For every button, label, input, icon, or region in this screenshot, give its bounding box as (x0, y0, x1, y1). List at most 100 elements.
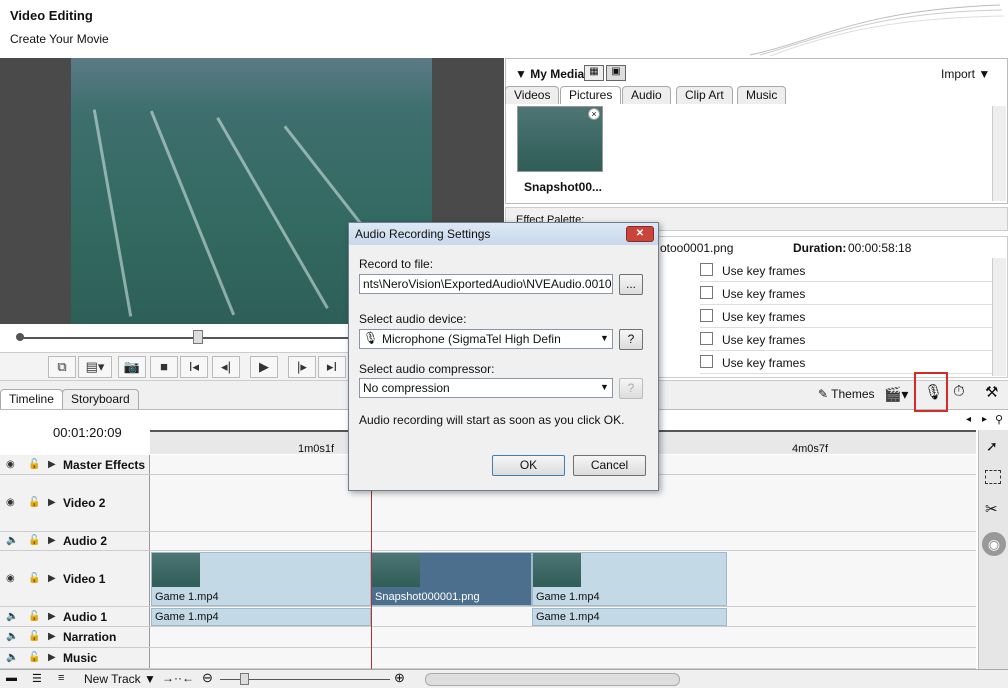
audio-compressor-label: Select audio compressor: (359, 362, 495, 376)
scissors-icon[interactable]: ✂ (985, 500, 998, 518)
record-file-input[interactable]: nts\NeroVision\ExportedAudio\NVEAudio.00… (359, 274, 613, 294)
my-media-title: ▼ My Media (515, 67, 585, 81)
visibility-icon[interactable]: ◉ (6, 459, 15, 470)
cancel-button[interactable]: Cancel (573, 455, 646, 476)
scrub-start-marker (16, 333, 24, 341)
ok-button[interactable]: OK (492, 455, 565, 476)
speaker-icon[interactable]: 🔈 (6, 631, 18, 642)
tab-pictures[interactable]: Pictures (560, 86, 622, 104)
expand-icon[interactable]: ▶ (48, 611, 56, 622)
remove-icon[interactable]: × (588, 108, 600, 120)
speaker-icon[interactable]: 🔈 (6, 652, 18, 663)
track-label: Audio 2 (63, 534, 107, 548)
scroll-left-icon[interactable]: ◂ (966, 414, 971, 425)
lock-icon[interactable]: 🔓 (28, 611, 40, 622)
clip-label: Game 1.mp4 (155, 611, 219, 623)
tools-icon[interactable]: ⚒ (985, 383, 998, 401)
audio-clip[interactable]: Game 1.mp4 (532, 608, 727, 626)
scrub-handle[interactable] (193, 330, 203, 344)
visibility-icon[interactable]: ◉ (6, 573, 15, 584)
key-frame-checkbox[interactable] (700, 286, 713, 299)
speaker-icon[interactable]: 🔈 (6, 611, 18, 622)
timeline-horizontal-scrollbar[interactable] (425, 673, 680, 686)
expand-icon[interactable]: ▶ (48, 535, 56, 546)
audio-compressor-select[interactable]: No compression (359, 378, 613, 398)
key-frame-label: Use key frames (722, 287, 806, 301)
camera-icon[interactable]: 📷 (118, 356, 146, 378)
key-frame-checkbox[interactable] (700, 355, 713, 368)
zoom-handle[interactable] (240, 673, 249, 685)
key-frame-checkbox[interactable] (700, 263, 713, 276)
ruler-label: 4m0s7f (792, 443, 829, 455)
view-menu-icon[interactable]: ▤▾ (78, 356, 112, 378)
scroll-right-icon[interactable]: ▸ (982, 414, 987, 425)
speaker-icon[interactable]: 🔈 (6, 535, 18, 546)
expand-icon[interactable]: ▶ (48, 497, 56, 508)
pointer-icon[interactable]: ➚ (986, 438, 998, 455)
lock-icon[interactable]: 🔓 (28, 652, 40, 663)
tab-timeline[interactable]: Timeline (0, 389, 63, 409)
play-icon[interactable]: ▶ (250, 356, 278, 378)
fullscreen-icon[interactable]: ⧉ (48, 356, 76, 378)
timer-icon[interactable]: ⏱ (953, 383, 965, 400)
key-frame-checkbox[interactable] (700, 332, 713, 345)
device-help-button[interactable]: ? (619, 329, 643, 350)
scrub-track[interactable] (18, 337, 348, 339)
layout-icon[interactable]: ☰ (32, 672, 42, 685)
key-frame-label: Use key frames (722, 333, 806, 347)
layout-icon[interactable]: ≡ (58, 672, 64, 684)
dialog-title: Audio Recording Settings (349, 223, 658, 245)
visibility-icon[interactable]: ◉ (6, 497, 15, 508)
track-label: Audio 1 (63, 610, 107, 624)
key-frame-row: Use key frames (700, 306, 994, 328)
timeline-clip[interactable]: Game 1.mp4 (532, 552, 727, 606)
clapper-icon[interactable]: 🎬▾ (884, 386, 908, 403)
grid-view-icon[interactable]: ▦ (584, 65, 604, 81)
properties-scrollbar[interactable] (992, 258, 1006, 376)
audio-clip[interactable]: Game 1.mp4 (151, 608, 371, 626)
import-menu[interactable]: Import ▼ (941, 67, 990, 81)
timeline-clip-selected[interactable]: Snapshot000001.png (371, 552, 532, 606)
audio-device-select[interactable]: Microphone (SigmaTel High Defin (359, 329, 613, 349)
tab-music[interactable]: Music (737, 86, 787, 104)
lock-icon[interactable]: 🔓 (28, 535, 40, 546)
stop-icon[interactable]: ■ (150, 356, 178, 378)
lock-icon[interactable]: 🔓 (28, 631, 40, 642)
zoom-out-icon[interactable]: ⊖ (202, 670, 213, 686)
themes-button[interactable]: ✎ Themes (818, 384, 875, 404)
select-area-icon[interactable] (985, 470, 1001, 484)
timeline-side-tools: ➚ ✂ ◉ (978, 430, 1008, 670)
timeline-clip[interactable]: Game 1.mp4 (151, 552, 371, 606)
layout-icon[interactable]: ▬ (6, 672, 17, 684)
lock-icon[interactable]: 🔓 (28, 459, 40, 470)
large-view-icon[interactable]: ▣ (606, 65, 626, 81)
previous-frame-icon[interactable]: ◂| (212, 356, 240, 378)
mark-in-icon[interactable]: I◂ (180, 356, 208, 378)
expand-icon[interactable]: ▶ (48, 573, 56, 584)
chevron-down-icon[interactable]: ▼ (600, 382, 609, 392)
tab-storyboard[interactable]: Storyboard (62, 389, 139, 409)
zoom-in-icon[interactable]: ⊕ (394, 670, 405, 686)
effects-icon[interactable]: ◉ (982, 532, 1006, 556)
expand-icon[interactable]: ▶ (48, 631, 56, 642)
compressor-help-button[interactable]: ? (619, 378, 643, 399)
bottom-bar: ▬ ☰ ≡ New Track ▼ →··← ⊖ ⊕ (0, 669, 1008, 688)
tab-videos[interactable]: Videos (505, 86, 560, 104)
lock-icon[interactable]: 🔓 (28, 573, 40, 584)
pin-icon[interactable]: ⚲ (995, 413, 1003, 426)
lock-icon[interactable]: 🔓 (28, 497, 40, 508)
expand-icon[interactable]: ▶ (48, 652, 56, 663)
media-scrollbar[interactable] (992, 106, 1006, 201)
track-label: Master Effects (63, 458, 146, 472)
expand-icon[interactable]: ▶ (48, 459, 56, 470)
key-frame-checkbox[interactable] (700, 309, 713, 322)
next-frame-icon[interactable]: |▸ (288, 356, 316, 378)
close-icon[interactable]: ✕ (626, 226, 654, 242)
fit-icon[interactable]: →··← (162, 671, 194, 685)
mark-out-icon[interactable]: ▸I (318, 356, 346, 378)
chevron-down-icon[interactable]: ▼ (600, 333, 609, 343)
tab-clip-art[interactable]: Clip Art (676, 86, 733, 104)
tab-audio[interactable]: Audio (622, 86, 671, 104)
browse-button[interactable]: ... (619, 274, 643, 295)
new-track-button[interactable]: New Track ▼ (84, 672, 156, 686)
